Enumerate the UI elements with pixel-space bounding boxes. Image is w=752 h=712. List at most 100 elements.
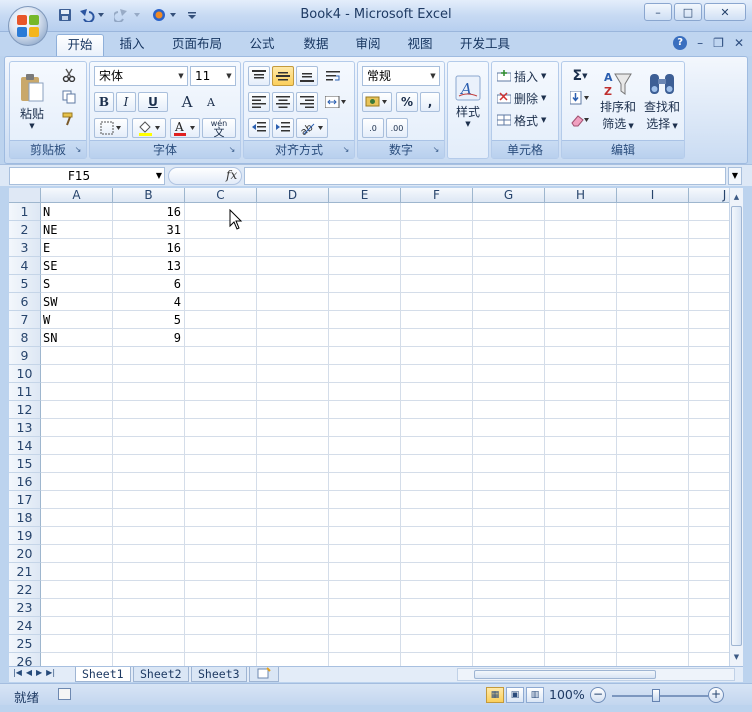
- row-header-8[interactable]: 8: [9, 329, 41, 347]
- scroll-down-icon[interactable]: ▼: [731, 650, 742, 664]
- align-bottom-button[interactable]: [296, 66, 318, 86]
- zoom-slider-track[interactable]: [612, 695, 708, 697]
- normal-view-icon[interactable]: ▦: [486, 687, 504, 703]
- styles-button[interactable]: A 样式 ▼: [450, 66, 486, 136]
- align-right-button[interactable]: [296, 92, 318, 112]
- autosum-button[interactable]: Σ ▼: [566, 66, 594, 86]
- format-painter-button[interactable]: [58, 110, 80, 128]
- prev-sheet-icon[interactable]: ◀: [26, 668, 32, 677]
- merge-center-button[interactable]: [322, 92, 350, 112]
- cell-a8[interactable]: SN: [43, 329, 111, 347]
- row-header-24[interactable]: 24: [9, 617, 41, 635]
- row-header-10[interactable]: 10: [9, 365, 41, 383]
- cell-area[interactable]: N NE E SE S SW W SN 16 31 16 13 6 4 5 9: [41, 203, 729, 666]
- cell-b1[interactable]: 16: [115, 203, 181, 221]
- increase-indent-button[interactable]: [272, 118, 294, 138]
- row-header-9[interactable]: 9: [9, 347, 41, 365]
- last-sheet-icon[interactable]: ▶|: [46, 668, 55, 677]
- cell-a2[interactable]: NE: [43, 221, 111, 239]
- tab-developer[interactable]: 开发工具: [452, 34, 518, 56]
- row-header-22[interactable]: 22: [9, 581, 41, 599]
- align-left-button[interactable]: [248, 92, 270, 112]
- row-header-18[interactable]: 18: [9, 509, 41, 527]
- zoom-slider-thumb[interactable]: [652, 689, 660, 702]
- cell-b5[interactable]: 6: [115, 275, 181, 293]
- sort-filter-button[interactable]: AZ 排序和 筛选 ▼: [598, 66, 638, 136]
- maximize-button[interactable]: □: [674, 3, 702, 21]
- select-all-button[interactable]: [9, 188, 41, 203]
- sheet-tab-sheet2[interactable]: Sheet2: [133, 667, 189, 682]
- close-button[interactable]: ✕: [704, 3, 746, 21]
- row-header-12[interactable]: 12: [9, 401, 41, 419]
- help-icon[interactable]: ?: [673, 36, 688, 50]
- font-size-combo[interactable]: 11 ▼: [190, 66, 236, 86]
- number-dialog-launcher-icon[interactable]: ↘: [431, 145, 441, 155]
- row-header-20[interactable]: 20: [9, 545, 41, 563]
- tab-page-layout[interactable]: 页面布局: [164, 34, 230, 56]
- align-top-button[interactable]: [248, 66, 270, 86]
- cut-button[interactable]: [58, 66, 80, 84]
- column-header-h[interactable]: H: [545, 188, 617, 203]
- column-header-g[interactable]: G: [473, 188, 545, 203]
- row-header-6[interactable]: 6: [9, 293, 41, 311]
- column-header-c[interactable]: C: [185, 188, 257, 203]
- tab-insert[interactable]: 插入: [110, 34, 154, 56]
- font-dialog-launcher-icon[interactable]: ↘: [227, 145, 237, 155]
- insert-sheet-button[interactable]: [249, 667, 279, 682]
- copy-button[interactable]: [58, 88, 80, 106]
- zoom-level[interactable]: 100%: [549, 687, 585, 702]
- ribbon-close-button[interactable]: ✕: [734, 36, 744, 50]
- align-center-button[interactable]: [272, 92, 294, 112]
- phonetic-guide-button[interactable]: wén 文: [202, 118, 236, 138]
- alignment-dialog-launcher-icon[interactable]: ↘: [341, 145, 351, 155]
- cell-b2[interactable]: 31: [115, 221, 181, 239]
- office-button[interactable]: [8, 6, 48, 46]
- tab-home[interactable]: 开始: [56, 34, 104, 56]
- italic-button[interactable]: I: [116, 92, 136, 112]
- row-header-19[interactable]: 19: [9, 527, 41, 545]
- paste-button[interactable]: 粘贴 ▼: [14, 66, 50, 136]
- column-header-b[interactable]: B: [113, 188, 185, 203]
- row-header-15[interactable]: 15: [9, 455, 41, 473]
- row-header-11[interactable]: 11: [9, 383, 41, 401]
- row-header-1[interactable]: 1: [9, 203, 41, 221]
- page-break-view-icon[interactable]: ▥: [526, 687, 544, 703]
- sheet-tab-sheet3[interactable]: Sheet3: [191, 667, 247, 682]
- row-header-25[interactable]: 25: [9, 635, 41, 653]
- cell-a5[interactable]: S: [43, 275, 111, 293]
- horizontal-scrollbar[interactable]: [457, 668, 735, 681]
- row-header-14[interactable]: 14: [9, 437, 41, 455]
- row-header-17[interactable]: 17: [9, 491, 41, 509]
- row-header-16[interactable]: 16: [9, 473, 41, 491]
- worksheet-grid[interactable]: ABCDEFGHIJ 1 2 3 4 5 6 7 8 9 10 11 12 13 14 15 16 17 18 19…: [9, 188, 729, 666]
- align-middle-button[interactable]: [272, 66, 294, 86]
- delete-cells-button[interactable]: 删除 ▼: [496, 88, 556, 108]
- currency-format-button[interactable]: [362, 92, 392, 112]
- cell-a1[interactable]: N: [43, 203, 111, 221]
- expand-formula-bar-icon[interactable]: ▼: [728, 167, 742, 185]
- macro-record-icon[interactable]: [58, 688, 71, 700]
- grow-font-button[interactable]: A: [176, 92, 198, 112]
- horizontal-scroll-thumb[interactable]: [474, 670, 656, 679]
- zoom-in-button[interactable]: +: [708, 687, 724, 703]
- cell-a4[interactable]: SE: [43, 257, 111, 275]
- font-name-combo[interactable]: 宋体 ▼: [94, 66, 188, 86]
- comma-style-button[interactable]: ,: [420, 92, 440, 112]
- cell-b8[interactable]: 9: [115, 329, 181, 347]
- borders-button[interactable]: [94, 118, 128, 138]
- format-cells-button[interactable]: 格式 ▼: [496, 110, 556, 130]
- zoom-out-button[interactable]: −: [590, 687, 606, 703]
- clear-button[interactable]: [566, 110, 594, 130]
- font-color-button[interactable]: A: [170, 118, 200, 138]
- tab-data[interactable]: 数据: [294, 34, 338, 56]
- cell-a6[interactable]: SW: [43, 293, 111, 311]
- scroll-up-icon[interactable]: ▲: [731, 190, 742, 204]
- name-box[interactable]: F15 ▼: [9, 167, 165, 185]
- row-header-5[interactable]: 5: [9, 275, 41, 293]
- ribbon-restore-button[interactable]: ❐: [713, 36, 724, 50]
- insert-function-icon[interactable]: fx: [226, 168, 237, 182]
- row-header-4[interactable]: 4: [9, 257, 41, 275]
- next-sheet-icon[interactable]: ▶: [36, 668, 42, 677]
- vertical-scroll-thumb[interactable]: [731, 206, 742, 646]
- decrease-decimal-button[interactable]: .00: [386, 118, 408, 138]
